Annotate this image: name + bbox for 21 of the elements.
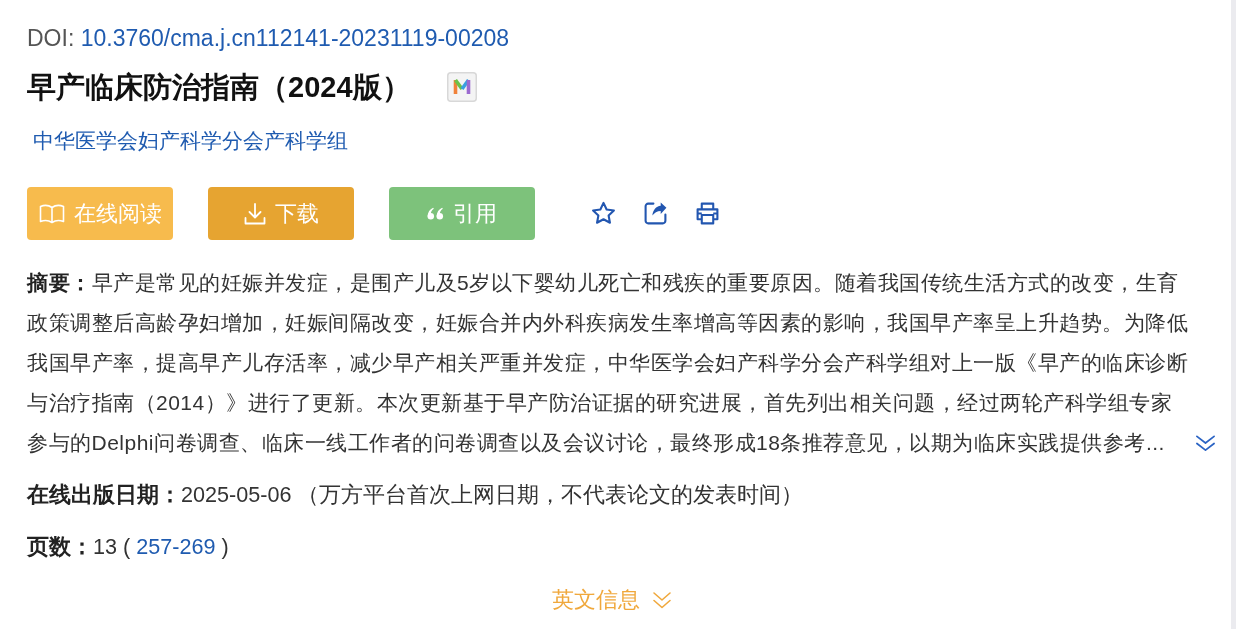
expand-icon[interactable] (1195, 434, 1216, 453)
download-icon (243, 201, 267, 226)
page-range-link[interactable]: 257-269 (136, 534, 216, 560)
author-link[interactable]: 中华医学会妇产科学分会产科学组 (33, 127, 348, 155)
book-icon (38, 202, 66, 225)
abstract-text: 摘要：早产是常见的妊娠并发症，是围产儿及5岁以下婴幼儿死亡和残疾的重要原因。随着我国传统生活方式的改变，生育政策调整后高龄孕妇增加，妊娠间隔改变，妊娠合并内外科疾病发生率增高等因素的影响，我国早产率呈上升趋势。为降低我国早产率，提高早产儿存活率，减少早产相关严重并发症，中华医学会妇产科学分会产科学组对上一版《早产的临床诊断与治疗指南（2014）》进行了更新。本次更新基于早产防治证据的研究进展，首先列出相关问题，经过两轮产科学组专家参与的Delphi问卷调查、临床一线工作者的问卷调查以及会议讨论，最终形成18条推荐意见，以期为临床实践提供参考... (27, 270, 1189, 457)
download-button[interactable]: 下载 (208, 187, 354, 241)
printer-icon[interactable] (695, 201, 720, 227)
article-title: 早产临床防治指南（2024版） (27, 70, 411, 105)
page-count-text: 页数：13 ( 257-269 ) (27, 533, 230, 562)
m-logo-icon[interactable] (446, 72, 477, 102)
online-date-text: 在线出版日期：2025-05-06 （万方平台首次上网日期，不代表论文的发表时间） (27, 481, 805, 510)
english-info-toggle[interactable]: 英文信息 (552, 586, 672, 615)
share-icon[interactable] (643, 201, 668, 227)
star-icon[interactable] (591, 201, 616, 227)
quote-icon (427, 207, 445, 221)
read-button[interactable]: 在线阅读 (27, 187, 173, 241)
doi-label: DOI: (27, 25, 75, 51)
cite-button[interactable]: 引用 (389, 187, 535, 241)
doi-link[interactable]: 10.3760/cma.j.cn112141-20231119-00208 (80, 25, 510, 51)
double-chevron-down-icon (652, 591, 672, 610)
